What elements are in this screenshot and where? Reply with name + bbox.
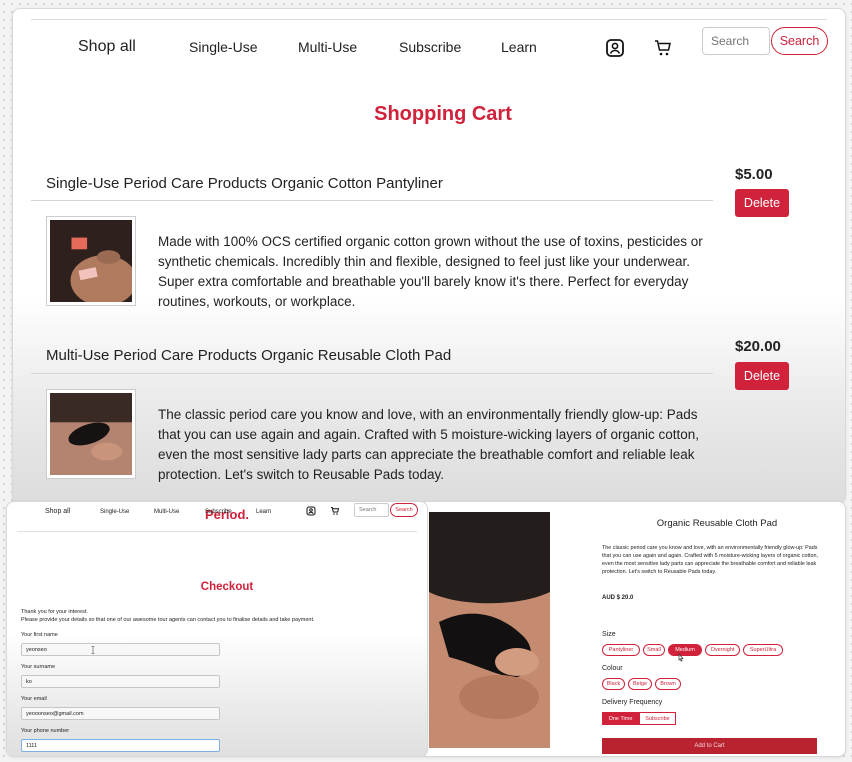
shopping-cart-window: Shop all Single-Use Multi-Use Subscribe … (12, 8, 846, 504)
frequency-one-time[interactable]: One Time (602, 712, 639, 725)
account-icon[interactable] (305, 505, 317, 517)
email-label: Your email (21, 696, 47, 702)
nav-learn[interactable]: Learn (256, 509, 271, 515)
add-to-cart-button[interactable]: Add to Cart (602, 738, 817, 754)
mouse-pointer-icon (678, 653, 684, 662)
nav-multi-use[interactable]: Multi-Use (298, 39, 357, 55)
item-divider (31, 373, 713, 374)
cart-item-title: Single-Use Period Care Products Organic … (46, 175, 443, 192)
product-price: AUD $ 20.0 (602, 595, 634, 601)
checkout-window: Period. Shop all Single-Use Multi-Use Su… (6, 501, 428, 757)
colour-label: Colour (602, 665, 623, 672)
nav-shop-all[interactable]: Shop all (78, 38, 136, 56)
surname-label: Your surname (21, 664, 56, 670)
cart-item-title: Multi-Use Period Care Products Organic R… (46, 347, 452, 364)
size-option-pantyliner[interactable]: Pantyliner (602, 644, 640, 656)
colour-option-black[interactable]: Black (602, 678, 625, 690)
product-description: The classic period care you know and lov… (602, 545, 819, 575)
cart-item-description: Made with 100% OCS certified organic cot… (158, 234, 703, 309)
top-divider (31, 19, 827, 20)
text-cursor-icon (91, 646, 95, 654)
colour-option-beige[interactable]: Beige (628, 678, 652, 690)
nav-multi-use[interactable]: Multi-Use (154, 509, 179, 515)
page-title: Shopping Cart (374, 103, 512, 125)
delete-item-button[interactable]: Delete (735, 189, 789, 217)
nav-subscribe[interactable]: Subscribe (205, 509, 232, 515)
product-title: Organic Reusable Cloth Pad (656, 518, 778, 529)
product-thumbnail (46, 216, 137, 306)
size-option-superultra[interactable]: SuperUltra (743, 644, 783, 656)
cart-icon[interactable] (329, 505, 341, 517)
nav-learn[interactable]: Learn (501, 39, 537, 55)
search-button[interactable]: Search (390, 503, 418, 517)
first-name-label: Your first name (21, 632, 58, 638)
cart-item-price: $20.00 (735, 338, 781, 355)
product-thumbnail (46, 389, 136, 479)
account-icon[interactable] (603, 36, 627, 60)
search-button[interactable]: Search (771, 27, 828, 55)
header-divider (17, 531, 417, 532)
delivery-frequency-label: Delivery Frequency (602, 699, 663, 706)
nav-shop-all[interactable]: Shop all (45, 508, 70, 515)
email-field[interactable]: yeooonseo@gmail.com (21, 707, 220, 720)
checkout-title: Checkout (200, 581, 254, 593)
nav-single-use[interactable]: Single-Use (189, 39, 257, 55)
size-option-medium[interactable]: Medium (668, 644, 702, 656)
cloth-pad-product-image (50, 393, 132, 475)
cart-navbar: Shop all Single-Use Multi-Use Subscribe … (13, 27, 845, 73)
cart-item-description: The classic period care you know and lov… (158, 407, 700, 482)
search-input[interactable] (354, 503, 389, 517)
phone-label: Your phone number (21, 728, 70, 734)
delete-item-button[interactable]: Delete (735, 362, 789, 390)
size-label: Size (602, 631, 616, 638)
nav-subscribe[interactable]: Subscribe (399, 39, 461, 55)
pantyliner-product-image (50, 220, 137, 306)
colour-option-brown[interactable]: Brown (655, 678, 681, 690)
nav-single-use[interactable]: Single-Use (100, 509, 129, 515)
search-input[interactable] (702, 27, 770, 55)
surname-field[interactable]: ko (21, 675, 220, 688)
checkout-note-line1: Thank you for your interest. (21, 609, 88, 615)
cart-item-price: $5.00 (735, 166, 773, 183)
product-photo (429, 512, 550, 748)
frequency-subscribe[interactable]: Subscribe (639, 712, 676, 725)
cart-icon[interactable] (651, 36, 675, 60)
first-name-field[interactable]: yeonseo (21, 643, 220, 656)
product-detail-window: Organic Reusable Cloth Pad The classic p… (420, 501, 846, 757)
size-option-small[interactable]: Small (643, 644, 665, 656)
size-option-overnight[interactable]: Overnight (705, 644, 740, 656)
phone-field[interactable]: 1111 (21, 739, 220, 752)
item-divider (31, 200, 713, 201)
checkout-note-line2: Please provide your details so that one … (21, 617, 315, 623)
